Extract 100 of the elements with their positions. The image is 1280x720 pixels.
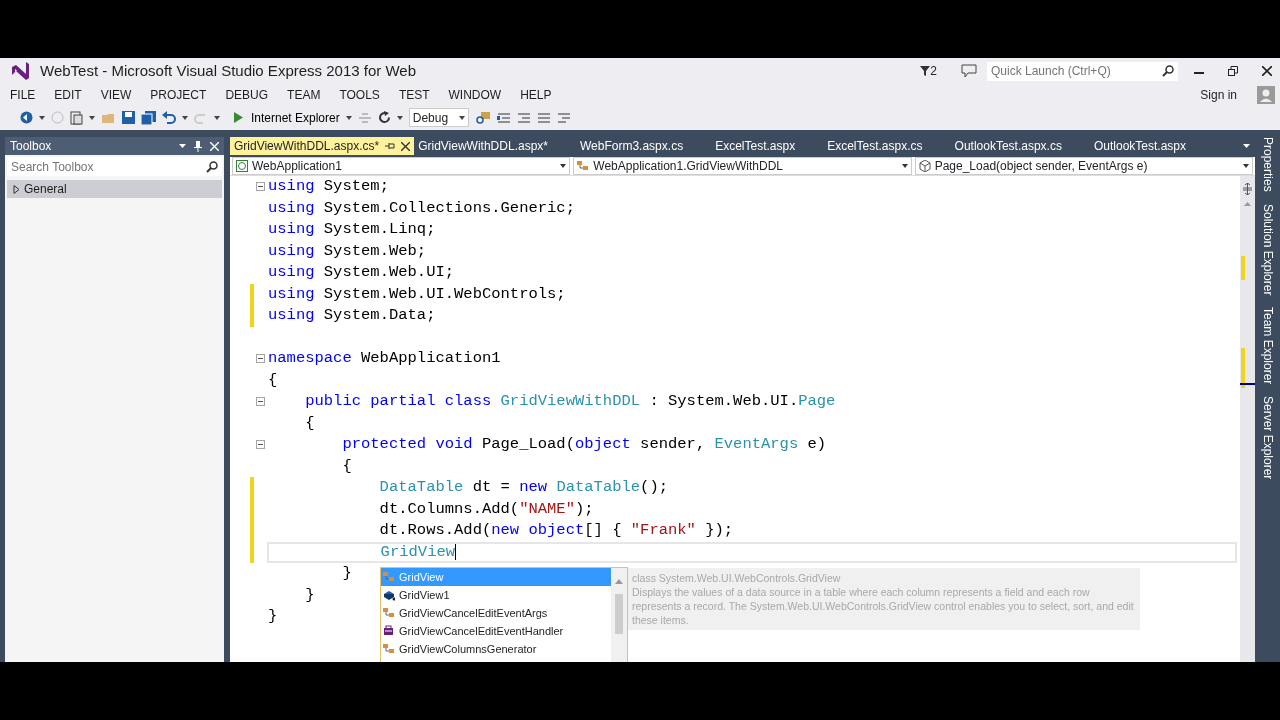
quick-launch-box[interactable]: Quick Launch (Ctrl+Q) (987, 61, 1178, 81)
menu-item[interactable]: VIEW (100, 85, 132, 104)
collapse-icon[interactable] (256, 354, 265, 364)
menu-item[interactable]: TEST (398, 85, 430, 104)
field-icon (383, 589, 395, 601)
caret-icon[interactable] (39, 115, 45, 120)
caret-icon (1243, 164, 1249, 168)
caret-icon (560, 164, 567, 168)
outdent-icon[interactable] (496, 111, 511, 124)
code-line: using System.Web; (267, 240, 428, 262)
menu-item[interactable]: TOOLS (339, 85, 380, 104)
menu-item[interactable]: HELP (520, 85, 552, 104)
type-dropdown[interactable]: WebApplication1.GridViewWithDDL (573, 157, 912, 175)
globe-icon (236, 160, 248, 172)
cube-icon (918, 160, 931, 172)
run-button[interactable]: Internet Explorer (234, 108, 340, 127)
document-tab[interactable]: OutlookTest.aspx (1089, 137, 1214, 155)
document-tab[interactable]: GridViewWithDDL.aspx* (414, 137, 576, 155)
completion-item[interactable]: GridViewCancelEditEventHandler (381, 622, 611, 640)
logo-icon (10, 61, 30, 81)
code-line: public partial class GridViewWithDDL : System.Web.UI.Page (304, 391, 837, 412)
code-line: using System.Data; (267, 305, 437, 326)
scroll-caret-marker (1240, 383, 1255, 385)
caret-icon (901, 164, 908, 168)
pin-icon[interactable] (385, 142, 396, 150)
feedback-icon[interactable] (961, 64, 977, 78)
caret-icon[interactable] (179, 144, 186, 148)
code-line: using System.Web.UI; (267, 262, 456, 283)
menu-item[interactable]: DEBUG (225, 85, 269, 104)
code-line: { (304, 412, 316, 434)
scroll-bar[interactable] (611, 568, 627, 662)
class-icon (383, 643, 395, 655)
document-tab[interactable]: WebForm3.aspx.cs (576, 137, 712, 155)
caret-icon[interactable] (396, 115, 403, 120)
indent-icon[interactable] (516, 111, 531, 124)
search-icon (206, 160, 218, 173)
comment-icon[interactable] (536, 111, 551, 124)
close-icon[interactable] (401, 141, 411, 151)
sign-in-link[interactable]: Sign in (1200, 85, 1237, 104)
code-line: } (341, 563, 353, 584)
document-tab[interactable]: ExcelTest.aspx (711, 137, 824, 155)
member-dropdown[interactable]: Page_Load(object sender, EventArgs e) (914, 157, 1253, 175)
text-caret (455, 543, 457, 560)
pin-icon[interactable] (194, 140, 202, 152)
document-tab[interactable]: GridViewWithDDL.aspx.cs* (230, 137, 415, 155)
close-icon[interactable] (1262, 66, 1272, 76)
menu-item[interactable]: TEAM (287, 85, 321, 104)
menu-item[interactable]: PROJECT (150, 85, 207, 104)
collapse-icon[interactable] (256, 182, 265, 192)
project-dropdown[interactable]: WebApplication1 (232, 157, 571, 175)
refresh-icon[interactable] (377, 111, 391, 124)
caret-icon[interactable] (89, 115, 95, 120)
scroll-bar[interactable] (1240, 176, 1255, 662)
configuration-dropdown[interactable]: Debug (408, 108, 469, 127)
code-line: DataTable dt = new DataTable(); (378, 477, 669, 498)
document-tab[interactable]: OutlookTest.aspx.cs (950, 137, 1090, 155)
code-line: } (267, 606, 279, 627)
scroll-thumb[interactable] (615, 594, 623, 634)
caret-icon[interactable] (182, 115, 188, 120)
collapse-icon[interactable] (256, 397, 265, 407)
class-icon (383, 607, 395, 619)
code-line: { (341, 455, 353, 477)
class-icon (577, 160, 590, 172)
collapse-icon[interactable] (256, 440, 265, 450)
uncomment-icon[interactable] (556, 111, 571, 124)
restore-icon[interactable] (1228, 66, 1238, 76)
scroll-change-marker (1241, 348, 1245, 388)
save-icon[interactable] (122, 111, 135, 124)
completion-item[interactable]: GridViewColumnsGenerator (381, 640, 611, 658)
menu-item[interactable]: EDIT (54, 85, 82, 104)
tab-overflow-icon[interactable] (1243, 144, 1250, 148)
tooltip-signature: class System.Web.UI.WebControls.GridView (632, 571, 842, 585)
completion-item[interactable]: GridView1 (381, 586, 611, 604)
side-tab[interactable]: Team Explorer (1258, 307, 1277, 385)
code-line: using System.Collections.Generic; (267, 197, 576, 219)
undo-icon[interactable] (162, 111, 176, 124)
code-line: using System.Linq; (267, 219, 437, 240)
class-icon (383, 571, 395, 583)
play-icon (234, 112, 243, 123)
caret-icon[interactable] (345, 115, 352, 120)
new-project-icon[interactable] (70, 110, 83, 125)
menu-item[interactable]: FILE (10, 85, 36, 104)
code-line: using System.Web.UI.WebControls; (267, 283, 567, 305)
code-line: namespace WebApplication1 (267, 348, 502, 369)
side-tab[interactable]: Solution Explorer (1258, 203, 1277, 296)
code-line: protected void Page_Load(object sender, EventArgs e) (341, 434, 828, 455)
document-tab[interactable]: ExcelTest.aspx.cs (823, 137, 951, 155)
caret-icon[interactable] (214, 115, 220, 120)
scroll-change-marker (1241, 256, 1245, 280)
menu-item[interactable]: WINDOW (448, 85, 502, 104)
toolbox-group[interactable]: General (7, 180, 222, 198)
back-icon[interactable] (20, 111, 33, 124)
split-icon[interactable] (1242, 182, 1253, 195)
find-icon[interactable] (474, 110, 491, 125)
side-tab[interactable]: Server Explorer (1258, 396, 1277, 480)
window-title: WebTest - Microsoft Visual Studio Express 2013 for Web (40, 60, 416, 81)
filter-icon (920, 65, 931, 77)
side-tab[interactable]: Properties (1258, 137, 1277, 192)
save-all-icon[interactable] (141, 110, 156, 125)
completion-item[interactable]: GridViewCancelEditEventArgs (381, 604, 611, 622)
